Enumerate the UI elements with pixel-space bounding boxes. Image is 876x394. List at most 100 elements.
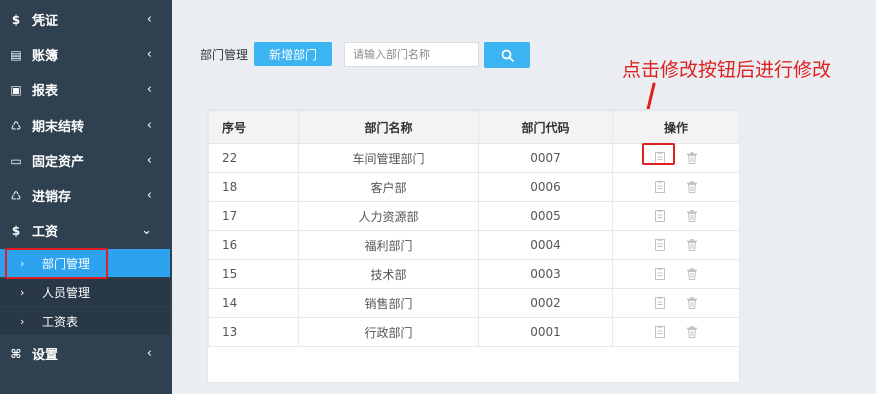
delete-icon[interactable] [685, 180, 699, 194]
cell-department-code: 0005 [478, 201, 613, 231]
cell-actions [612, 201, 740, 231]
cell-department-name: 福利部门 [298, 230, 479, 260]
sidebar-item-period-close[interactable]: ♺ 期末结转 ‹ [0, 108, 172, 143]
inventory-icon: ♺ [10, 188, 22, 203]
chevron-left-icon: ‹ [146, 187, 152, 203]
sidebar-item-voucher[interactable]: $ 凭证 ‹ [0, 2, 172, 37]
cell-actions [612, 143, 740, 173]
table-row: 13 行政部门 0001 [208, 317, 740, 347]
cell-department-code: 0006 [478, 172, 613, 202]
cell-department-code: 0007 [478, 143, 613, 173]
sidebar-item-ledger[interactable]: ▤ 账簿 ‹ [0, 37, 172, 72]
cell-id: 15 [208, 259, 299, 289]
sidebar-item-reports[interactable]: ▣ 报表 ‹ [0, 72, 172, 107]
cell-department-code: 0003 [478, 259, 613, 289]
chevron-right-icon: › [20, 285, 25, 299]
cell-department-name: 技术部 [298, 259, 479, 289]
sidebar-item-settings[interactable]: ⌘ 设置 ‹ [0, 336, 172, 371]
sidebar-item-salary[interactable]: $ 工资 ⌄ [0, 213, 172, 248]
edit-icon[interactable] [653, 151, 667, 165]
report-icon: ▣ [10, 82, 22, 97]
search-input[interactable] [344, 42, 479, 67]
sidebar-item-label: 工资 [32, 225, 59, 240]
cell-department-code: 0002 [478, 288, 613, 318]
edit-icon[interactable] [653, 180, 667, 194]
sidebar-subitem-payroll[interactable]: › 工资表 [0, 307, 170, 335]
edit-icon[interactable] [653, 238, 667, 252]
table-row: 15 技术部 0003 [208, 259, 740, 289]
annotation-text: 点击修改按钮后进行修改 [622, 59, 832, 81]
sidebar: $ 凭证 ‹ ▤ 账簿 ‹ ▣ 报表 ‹ ♺ 期末结转 ‹ ▭ 固定资产 ‹ ♺… [0, 0, 172, 394]
table-header-row: 序号 部门名称 部门代码 操作 [208, 110, 740, 144]
table-row: 22 车间管理部门 0007 [208, 143, 740, 173]
cell-actions [612, 288, 740, 318]
sidebar-subitem-label: 人员管理 [42, 285, 91, 300]
chevron-left-icon: ‹ [146, 11, 152, 27]
delete-icon[interactable] [685, 209, 699, 223]
cell-department-name: 行政部门 [298, 317, 479, 347]
dollar-icon: $ [11, 12, 21, 27]
cell-id: 14 [208, 288, 299, 318]
cell-actions [612, 230, 740, 260]
column-header-code: 部门代码 [478, 110, 613, 144]
sidebar-subitem-label: 工资表 [42, 314, 79, 329]
delete-icon[interactable] [685, 267, 699, 281]
table-row: 17 人力资源部 0005 [208, 201, 740, 231]
sidebar-item-fixed-assets[interactable]: ▭ 固定资产 ‹ [0, 143, 172, 178]
cell-id: 16 [208, 230, 299, 260]
monitor-icon: ▭ [10, 153, 22, 168]
add-department-button[interactable]: 新增部门 [254, 42, 332, 66]
dollar-icon: $ [11, 223, 21, 238]
sidebar-item-label: 设置 [32, 348, 59, 363]
cell-department-code: 0004 [478, 230, 613, 260]
cell-actions [612, 317, 740, 347]
settings-icon: ⌘ [10, 346, 22, 361]
department-table-panel: 序号 部门名称 部门代码 操作 22 车间管理部门 0007 18 客户部 0006 17 人… [207, 109, 740, 383]
delete-icon[interactable] [685, 238, 699, 252]
sidebar-item-label: 期末结转 [32, 120, 85, 135]
chevron-left-icon: ‹ [146, 46, 152, 62]
column-header-id: 序号 [208, 110, 299, 144]
cell-department-code: 0001 [478, 317, 613, 347]
chevron-right-icon: › [20, 256, 25, 270]
ledger-icon: ▤ [10, 47, 22, 62]
chevron-left-icon: ‹ [146, 152, 152, 168]
chevron-left-icon: ‹ [146, 81, 152, 97]
cell-id: 22 [208, 143, 299, 173]
edit-icon[interactable] [653, 296, 667, 310]
table-row: 16 福利部门 0004 [208, 230, 740, 260]
column-header-name: 部门名称 [298, 110, 479, 144]
chevron-left-icon: ‹ [146, 345, 152, 361]
delete-icon[interactable] [685, 151, 699, 165]
cell-department-name: 销售部门 [298, 288, 479, 318]
period-close-icon: ♺ [10, 118, 22, 133]
sidebar-item-inventory[interactable]: ♺ 进销存 ‹ [0, 178, 172, 213]
department-table: 序号 部门名称 部门代码 操作 22 车间管理部门 0007 18 客户部 0006 17 人… [208, 110, 740, 347]
column-header-actions: 操作 [612, 110, 740, 144]
edit-icon[interactable] [653, 209, 667, 223]
cell-department-name: 车间管理部门 [298, 143, 479, 173]
sidebar-subitem-department[interactable]: › 部门管理 [0, 249, 170, 277]
sidebar-subitem-label: 部门管理 [42, 256, 91, 271]
sidebar-item-label: 账簿 [32, 49, 59, 64]
sidebar-item-label: 凭证 [32, 14, 59, 29]
chevron-down-icon: ⌄ [141, 222, 152, 238]
sidebar-item-label: 进销存 [32, 190, 72, 205]
edit-icon[interactable] [653, 267, 667, 281]
search-button[interactable] [484, 42, 530, 68]
cell-id: 18 [208, 172, 299, 202]
table-row: 18 客户部 0006 [208, 172, 740, 202]
cell-actions [612, 172, 740, 202]
sidebar-subitem-staff[interactable]: › 人员管理 [0, 278, 170, 306]
sidebar-item-label: 报表 [32, 84, 59, 99]
cell-actions [612, 259, 740, 289]
delete-icon[interactable] [685, 325, 699, 339]
cell-id: 17 [208, 201, 299, 231]
chevron-right-icon: › [20, 314, 25, 328]
table-row: 14 销售部门 0002 [208, 288, 740, 318]
cell-id: 13 [208, 317, 299, 347]
edit-icon[interactable] [653, 325, 667, 339]
cell-department-name: 人力资源部 [298, 201, 479, 231]
cell-department-name: 客户部 [298, 172, 479, 202]
delete-icon[interactable] [685, 296, 699, 310]
